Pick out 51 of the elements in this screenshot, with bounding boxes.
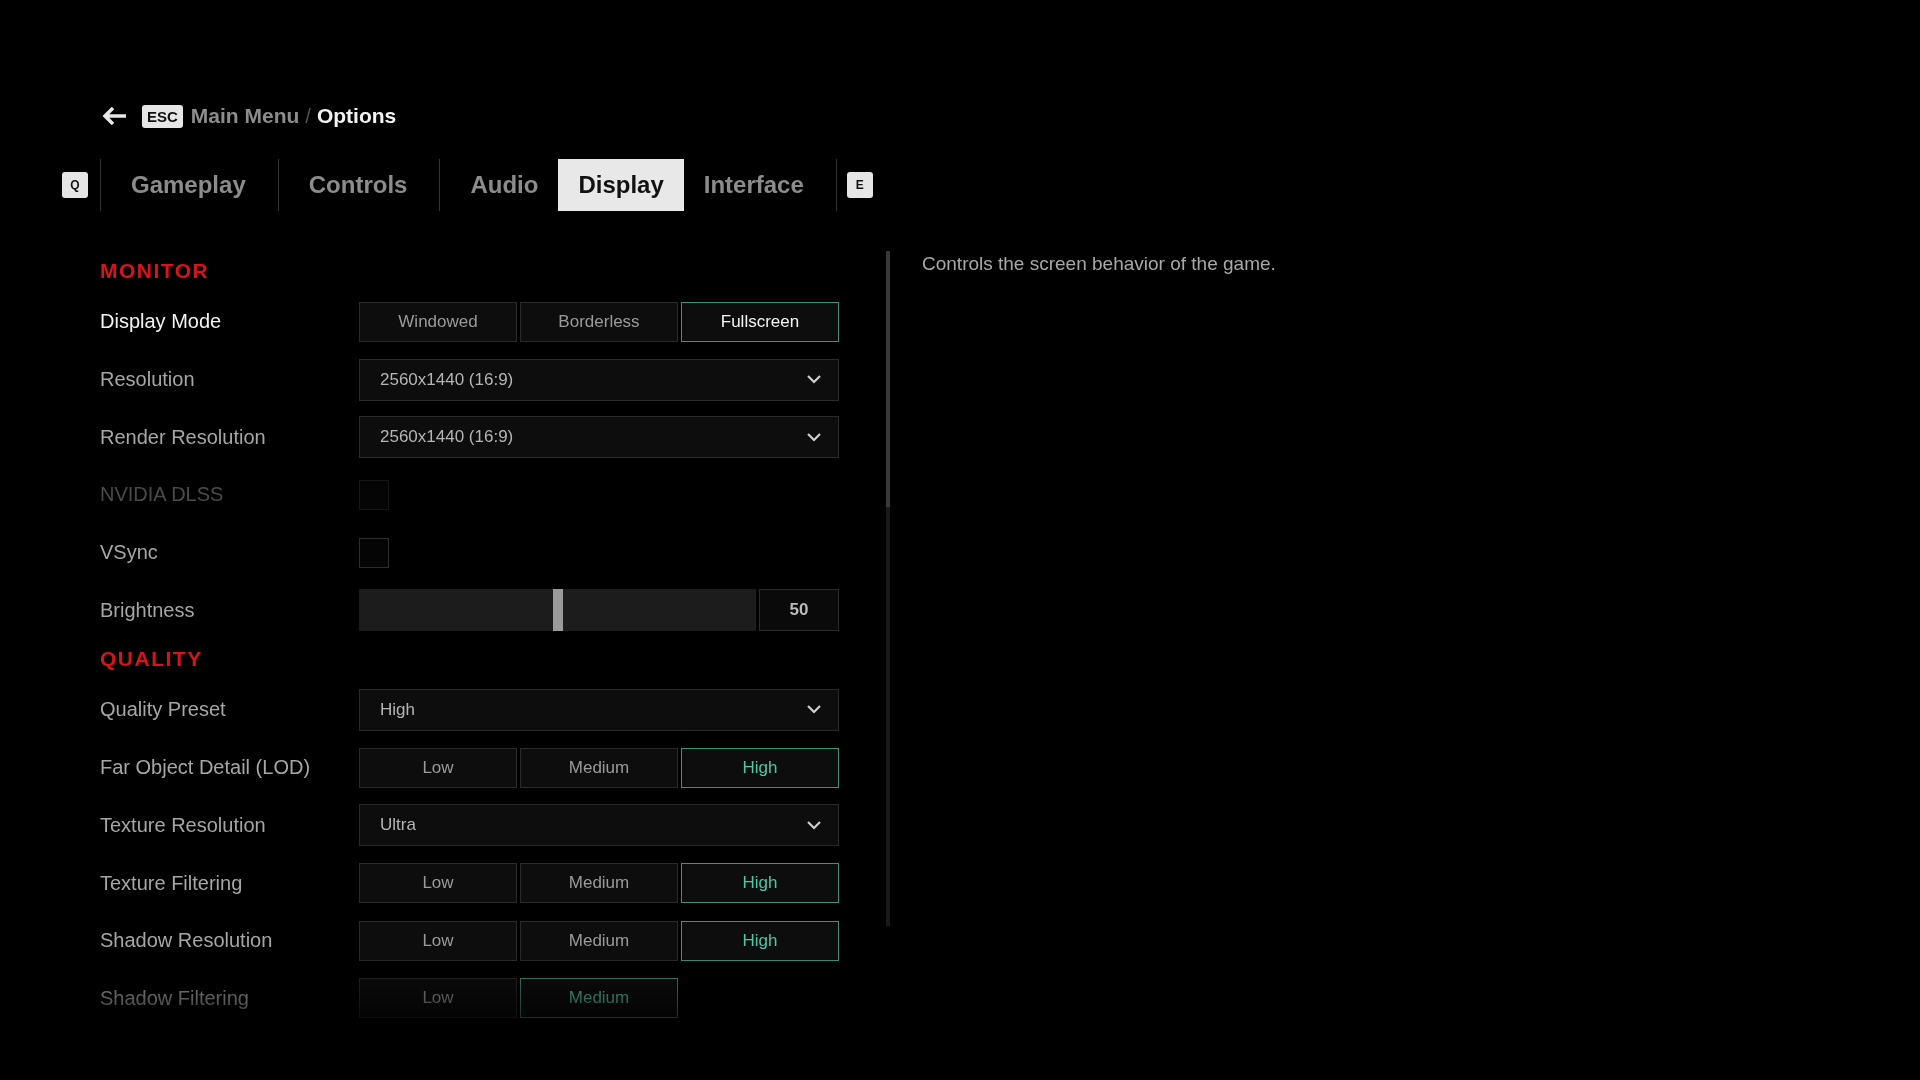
section-heading: MONITOR	[100, 259, 211, 284]
option-button[interactable]: Medium	[520, 863, 678, 904]
breadcrumb-separator: /	[305, 104, 311, 128]
setting-label: Resolution	[100, 368, 196, 392]
breadcrumb-item: Options	[316, 104, 397, 128]
dropdown[interactable]: Ultra	[359, 804, 839, 847]
checkbox[interactable]	[359, 537, 389, 568]
chevron-down-icon	[807, 705, 821, 715]
chevron-down-icon	[807, 820, 821, 830]
option-button[interactable]: Windowed	[359, 301, 517, 342]
option-button[interactable]: Low	[359, 920, 517, 961]
option-button[interactable]: High	[681, 863, 839, 904]
tab[interactable]: Interface	[683, 159, 824, 211]
setting-label: Brightness	[100, 598, 196, 622]
back-arrow-icon[interactable]	[102, 106, 128, 126]
dropdown[interactable]: 2560x1440 (16:9)	[359, 358, 839, 401]
option-button[interactable]: Fullscreen	[681, 301, 839, 342]
slider-thumb[interactable]	[552, 589, 563, 632]
chevron-down-icon	[807, 375, 821, 385]
tab[interactable]: Display	[558, 159, 684, 211]
setting-label: Far Object Detail (LOD)	[100, 756, 312, 780]
setting-label: Display Mode	[100, 310, 223, 334]
esc-key: ESC	[142, 104, 183, 128]
setting-label: Quality Preset	[100, 698, 227, 722]
chevron-down-icon	[807, 432, 821, 442]
dropdown[interactable]: 2560x1440 (16:9)	[359, 416, 839, 459]
q-key: Q	[62, 172, 88, 198]
setting-label: Texture Filtering	[100, 871, 244, 895]
section-heading: QUALITY	[100, 647, 204, 673]
description-text: Controls the screen behavior of the game.	[922, 252, 1276, 276]
option-button[interactable]: Low	[359, 747, 517, 788]
option-button[interactable]: Borderless	[520, 301, 678, 342]
setting-label: NVIDIA DLSS	[100, 483, 225, 507]
e-key: E	[846, 172, 873, 198]
dropdown[interactable]: High	[359, 688, 839, 731]
setting-label: Shadow Resolution	[100, 929, 274, 953]
tab[interactable]: Audio	[450, 159, 559, 211]
option-button[interactable]: Medium	[520, 747, 678, 788]
setting-label: Render Resolution	[100, 425, 267, 449]
setting-label: VSync	[100, 541, 159, 565]
setting-label: Shadow Filtering	[100, 986, 250, 1010]
setting-label: Texture Resolution	[100, 813, 267, 837]
option-button[interactable]: Medium	[520, 920, 678, 961]
option-button[interactable]: High	[681, 747, 839, 788]
option-button[interactable]: High	[681, 920, 839, 961]
tab[interactable]: Controls	[288, 159, 428, 211]
tab[interactable]: Gameplay	[111, 159, 266, 211]
slider-track[interactable]	[359, 589, 756, 632]
breadcrumb-item[interactable]: Main Menu	[190, 104, 300, 128]
option-button[interactable]: Low	[359, 863, 517, 904]
value-box: 50	[759, 589, 839, 632]
